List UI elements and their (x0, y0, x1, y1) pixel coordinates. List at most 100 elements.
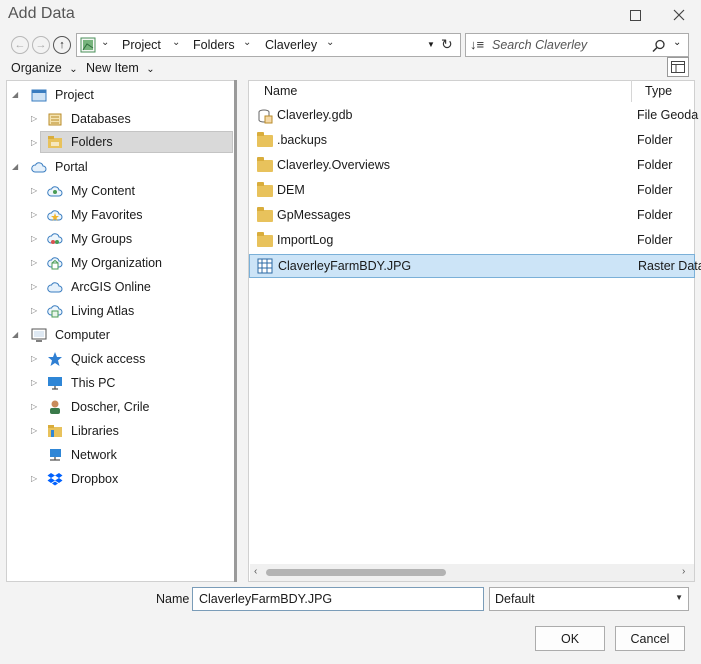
search-box[interactable]: ↓≡ ⌄ (465, 33, 689, 57)
tree-item-user-folder[interactable]: Doscher, Crile (47, 396, 150, 418)
horizontal-scrollbar[interactable]: ‹ › (250, 564, 694, 581)
tree-item-my-groups[interactable]: My Groups (47, 228, 132, 250)
file-name: Claverley.gdb (277, 108, 353, 122)
scrollbar-thumb[interactable] (266, 569, 446, 576)
name-label: Name (156, 592, 190, 606)
organize-label: Organize (11, 61, 62, 75)
file-row[interactable]: GpMessages Folder (249, 204, 695, 228)
new-item-chevron-icon: ⌄ (146, 64, 155, 75)
tree-item-folders[interactable]: Folders (40, 131, 233, 153)
back-button[interactable]: ← (11, 36, 29, 54)
tree-item-project[interactable]: Project (31, 84, 94, 106)
tree-item-databases[interactable]: Databases (47, 108, 131, 130)
view-toggle-button[interactable] (667, 57, 689, 77)
collapse-project-icon[interactable]: ◢ (12, 90, 18, 99)
file-row[interactable]: Claverley.gdb File Geoda (249, 104, 699, 128)
search-options-chevron-icon[interactable]: ⌄ (673, 37, 681, 48)
breadcrumb-chevron-icon[interactable]: ⌄ (326, 37, 334, 48)
history-dropdown-icon[interactable]: ▼ (427, 40, 435, 49)
geodatabase-icon (258, 109, 273, 124)
close-icon (673, 9, 685, 21)
cancel-button[interactable]: Cancel (615, 626, 685, 651)
ok-button[interactable]: OK (535, 626, 605, 651)
expand-my-organization-icon[interactable]: ▷ (31, 258, 37, 267)
file-type: Folder (637, 183, 673, 197)
dropbox-icon (47, 473, 63, 486)
dialog-title: Add Data (8, 5, 75, 22)
column-header-type[interactable]: Type (645, 84, 672, 98)
network-icon (50, 449, 61, 461)
column-divider[interactable] (631, 80, 632, 102)
close-button[interactable] (667, 4, 691, 26)
file-row[interactable]: ImportLog Folder (249, 229, 695, 253)
expand-my-favorites-icon[interactable]: ▷ (31, 210, 37, 219)
expand-user-folder-icon[interactable]: ▷ (31, 402, 37, 411)
expand-quick-access-icon[interactable]: ▷ (31, 354, 37, 363)
expand-libraries-icon[interactable]: ▷ (31, 426, 37, 435)
file-name: ClaverleyFarmBDY.JPG (278, 259, 412, 273)
refresh-icon[interactable]: ↻ (441, 36, 453, 53)
search-input[interactable] (492, 36, 642, 54)
my-organization-icon (47, 257, 63, 270)
address-bar[interactable]: ⌄ Project ⌄ Folders ⌄ Claverley ⌄ ▼ ↻ (76, 33, 461, 57)
expand-databases-icon[interactable]: ▷ (31, 114, 37, 123)
filter-value: Default (495, 592, 535, 606)
tree-item-this-pc[interactable]: This PC (47, 372, 115, 394)
expand-living-atlas-icon[interactable]: ▷ (31, 306, 37, 315)
expand-folders-icon[interactable]: ▷ (31, 138, 37, 147)
search-icon[interactable] (652, 39, 666, 53)
file-name-input[interactable] (192, 587, 484, 611)
collapse-portal-icon[interactable]: ◢ (12, 162, 18, 171)
pane-splitter[interactable] (234, 80, 237, 582)
breadcrumb-folders[interactable]: Folders (193, 38, 235, 52)
forward-button[interactable]: → (32, 36, 50, 54)
tree-item-network[interactable]: Network (47, 444, 117, 466)
tree-item-libraries[interactable]: Libraries (47, 420, 119, 442)
tree-item-my-organization[interactable]: My Organization (47, 252, 162, 274)
expand-arcgis-online-icon[interactable]: ▷ (31, 282, 37, 291)
my-content-icon (47, 186, 63, 197)
new-item-menu[interactable]: New Item ⌄ (86, 61, 155, 75)
tree-item-my-favorites[interactable]: My Favorites (47, 204, 143, 226)
expand-dropbox-icon[interactable]: ▷ (31, 474, 37, 483)
file-row[interactable]: .backups Folder (249, 129, 695, 153)
sort-icon[interactable]: ↓≡ (470, 37, 484, 52)
up-button[interactable]: ↑ (53, 36, 71, 54)
file-type: File Geoda (637, 108, 699, 122)
maximize-button[interactable] (623, 4, 647, 26)
maximize-icon (629, 9, 641, 21)
tree-item-quick-access[interactable]: Quick access (47, 348, 145, 370)
scroll-left-icon[interactable]: ‹ (254, 566, 257, 577)
up-arrow-icon: ↑ (59, 39, 65, 51)
file-type: Folder (637, 208, 673, 222)
location-icon (80, 37, 96, 53)
file-name: .backups (277, 133, 328, 147)
file-name: GpMessages (277, 208, 351, 222)
file-name: ImportLog (277, 233, 334, 247)
expand-my-groups-icon[interactable]: ▷ (31, 234, 37, 243)
file-row[interactable]: DEM Folder (249, 179, 695, 203)
tree-item-dropbox[interactable]: Dropbox (47, 468, 118, 490)
breadcrumb-chevron-icon[interactable]: ⌄ (243, 37, 251, 48)
folders-icon (48, 136, 62, 148)
tree-item-living-atlas[interactable]: Living Atlas (47, 300, 134, 322)
collapse-computer-icon[interactable]: ◢ (12, 330, 18, 339)
file-filter-select[interactable]: Default ▼ (489, 587, 689, 611)
tree-item-portal[interactable]: Portal (31, 156, 88, 178)
file-row[interactable]: Claverley.Overviews Folder (249, 154, 695, 178)
tree-item-computer[interactable]: Computer (31, 324, 110, 346)
my-favorites-icon (47, 210, 63, 221)
breadcrumb-project[interactable]: Project (122, 38, 161, 52)
organize-menu[interactable]: Organize ⌄ (11, 61, 78, 75)
location-chevron-icon[interactable]: ⌄ (101, 37, 109, 48)
tree-item-my-content[interactable]: My Content (47, 180, 135, 202)
column-header-name[interactable]: Name (264, 84, 297, 98)
breadcrumb-chevron-icon[interactable]: ⌄ (172, 37, 180, 48)
expand-my-content-icon[interactable]: ▷ (31, 186, 37, 195)
file-type: Folder (637, 158, 673, 172)
expand-this-pc-icon[interactable]: ▷ (31, 378, 37, 387)
scroll-right-icon[interactable]: › (682, 566, 685, 577)
breadcrumb-claverley[interactable]: Claverley (265, 38, 317, 52)
tree-item-arcgis-online[interactable]: ArcGIS Online (47, 276, 151, 298)
file-row-selected[interactable]: ClaverleyFarmBDY.JPG Raster Data (249, 254, 701, 278)
